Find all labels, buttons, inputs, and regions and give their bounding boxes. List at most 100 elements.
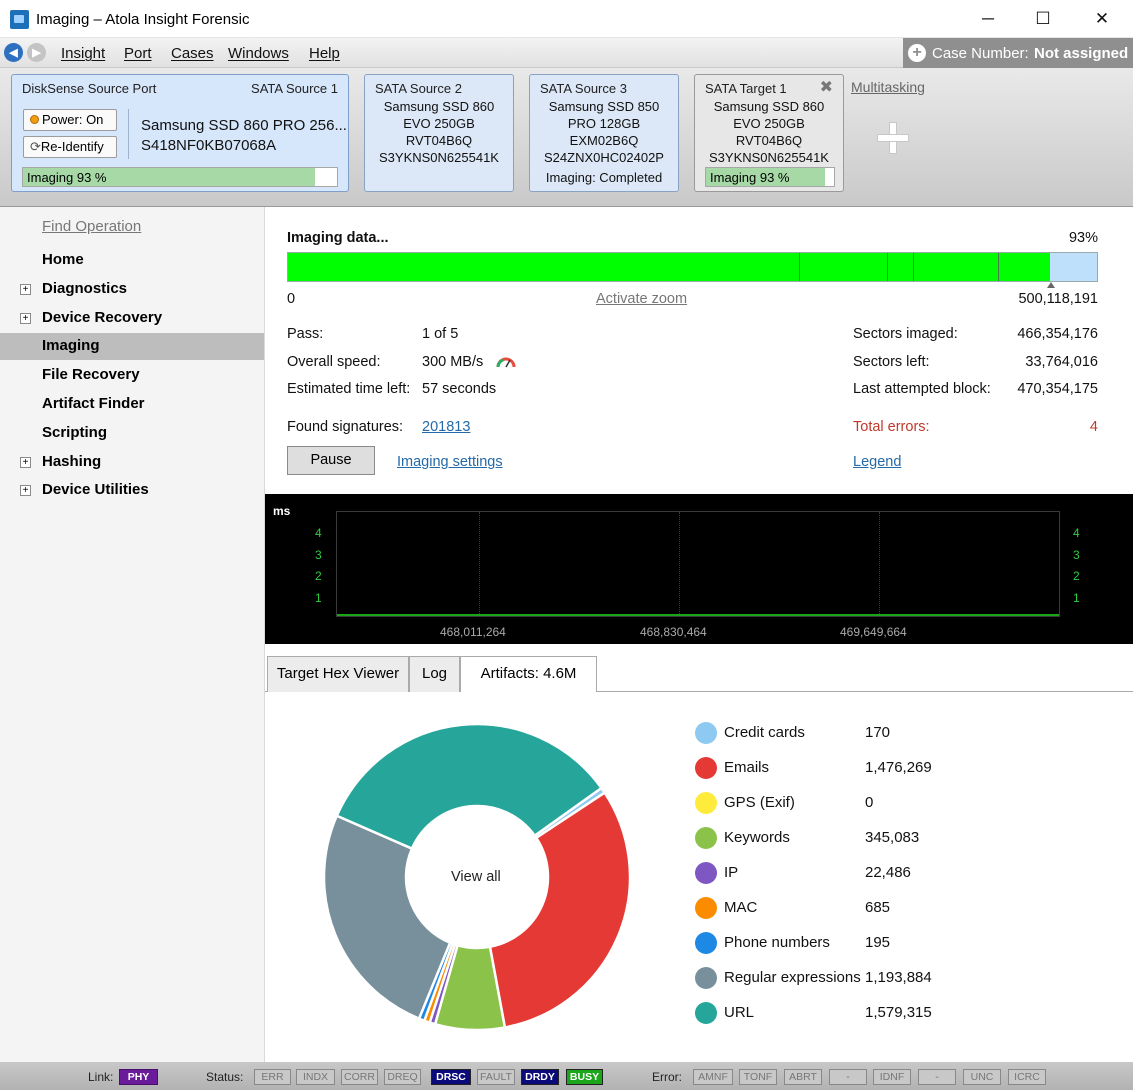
port-bar: DiskSense Source Port SATA Source 1 Powe… xyxy=(0,68,1133,207)
legend-label[interactable]: Keywords xyxy=(724,829,790,846)
plus-icon: + xyxy=(908,44,926,62)
sidebar-item-home[interactable]: Home xyxy=(0,247,264,274)
port-card-source-3[interactable]: SATA Source 3 Samsung SSD 850 PRO 128GB … xyxy=(529,74,679,192)
signatures-link[interactable]: 201813 xyxy=(422,419,470,435)
back-icon[interactable]: ◀ xyxy=(4,43,23,62)
port-card-source-1[interactable]: DiskSense Source Port SATA Source 1 Powe… xyxy=(11,74,349,192)
maximize-button[interactable]: ☐ xyxy=(1014,0,1072,38)
y-tick: 1 xyxy=(1073,591,1080,605)
expand-icon[interactable]: + xyxy=(20,284,31,295)
menu-insight[interactable]: Insight xyxy=(61,45,105,62)
legend-label[interactable]: Regular expressions xyxy=(724,969,861,986)
forward-icon[interactable]: ▶ xyxy=(27,43,46,62)
sidebar-item-label: Diagnostics xyxy=(42,280,128,297)
sidebar-item-diagnostics[interactable]: + Diagnostics xyxy=(0,276,264,303)
expand-icon[interactable]: + xyxy=(20,313,31,324)
menu-cases[interactable]: Cases xyxy=(171,45,214,62)
legend-label[interactable]: Phone numbers xyxy=(724,934,830,951)
reidentify-label: Re-Identify xyxy=(40,139,104,154)
tab-target-hex-viewer[interactable]: Target Hex Viewer xyxy=(267,656,409,692)
case-number-button[interactable]: + Case Number: Not assigned xyxy=(903,38,1133,68)
legend-color-icon xyxy=(695,862,717,884)
sidebar-item-scripting[interactable]: Scripting xyxy=(0,420,264,447)
position-marker-icon xyxy=(1047,282,1055,288)
progress-segment xyxy=(888,253,914,281)
graph-unit: ms xyxy=(273,504,291,518)
reidentify-button[interactable]: ⟳Re-Identify xyxy=(23,136,117,158)
progress-segment xyxy=(288,253,800,281)
pause-button[interactable]: Pause xyxy=(287,446,375,475)
legend-label[interactable]: URL xyxy=(724,1004,754,1021)
power-label: Power: On xyxy=(42,112,104,127)
eta-label: Estimated time left: xyxy=(287,381,411,397)
device-capacity: PRO 128GB xyxy=(567,116,641,131)
case-number-value: Not assigned xyxy=(1034,45,1129,62)
menu-help[interactable]: Help xyxy=(309,45,340,62)
legend-value: 1,579,315 xyxy=(865,1004,932,1021)
legend-label[interactable]: Credit cards xyxy=(724,724,805,741)
power-button[interactable]: Power: On xyxy=(23,109,117,131)
status-bar: Link: PHY Status: ERR INDX CORR DREQ DRSC FAU… xyxy=(0,1062,1133,1090)
device-capacity: EVO 250GB xyxy=(403,116,475,131)
progress-text: Imaging 93 % xyxy=(27,170,107,185)
view-all-button[interactable]: View all xyxy=(451,869,501,885)
sidebar-item-imaging[interactable]: Imaging xyxy=(0,333,264,360)
port-name: DiskSense Source Port xyxy=(22,81,157,96)
status-flag: DRDY xyxy=(521,1069,559,1085)
activate-zoom-link[interactable]: Activate zoom xyxy=(596,291,687,307)
close-icon[interactable]: ✖ xyxy=(820,77,833,97)
divider xyxy=(128,109,129,159)
eta-value: 57 seconds xyxy=(422,381,497,397)
signatures-label: Found signatures: xyxy=(287,419,404,435)
sidebar-item-device-utilities[interactable]: + Device Utilities xyxy=(0,477,264,504)
sidebar-item-label: Hashing xyxy=(42,453,102,470)
sidebar: Find Operation Home + Diagnostics + Device R… xyxy=(0,207,265,1062)
status-flag: CORR xyxy=(341,1069,378,1085)
graph-plot xyxy=(336,511,1060,617)
add-icon[interactable] xyxy=(875,120,909,154)
progress-segment xyxy=(800,253,888,281)
sectors-left-value: 33,764,016 xyxy=(1025,354,1098,370)
expand-icon[interactable]: + xyxy=(20,485,31,496)
tab-log[interactable]: Log xyxy=(409,656,460,692)
menu-windows[interactable]: Windows xyxy=(228,45,289,62)
expand-icon[interactable]: + xyxy=(20,457,31,468)
sidebar-item-hashing[interactable]: + Hashing xyxy=(0,449,264,476)
legend-label[interactable]: Emails xyxy=(724,759,769,776)
sidebar-item-label: Imaging xyxy=(42,337,100,354)
port-card-source-2[interactable]: SATA Source 2 Samsung SSD 860 EVO 250GB … xyxy=(364,74,514,192)
tab-bar: Target Hex Viewer Log Artifacts: 4.6M xyxy=(265,652,1133,693)
legend-label[interactable]: MAC xyxy=(724,899,757,916)
multitasking-link[interactable]: Multitasking xyxy=(851,79,925,95)
device-firmware: EXM02B6Q xyxy=(569,133,639,148)
menu-port[interactable]: Port xyxy=(124,45,152,62)
error-flag: IDNF xyxy=(873,1069,911,1085)
port-progress-bar: Imaging 93 % xyxy=(22,167,338,187)
title-bar: Imaging – Atola Insight Forensic ─ ☐ ✕ xyxy=(0,0,1133,38)
sectors-left-label: Sectors left: xyxy=(853,354,930,370)
sidebar-item-artifact-finder[interactable]: Artifact Finder xyxy=(0,391,264,418)
status-flag: ERR xyxy=(254,1069,291,1085)
tab-artifacts[interactable]: Artifacts: 4.6M xyxy=(460,656,597,693)
device-firmware: RVT04B6Q xyxy=(405,133,473,148)
find-operation-link[interactable]: Find Operation xyxy=(42,218,141,235)
range-start: 0 xyxy=(287,291,296,307)
minimize-button[interactable]: ─ xyxy=(959,0,1017,38)
sidebar-item-file-recovery[interactable]: File Recovery xyxy=(0,362,264,389)
sidebar-item-device-recovery[interactable]: + Device Recovery xyxy=(0,305,264,332)
port-progress-bar: Imaging 93 % xyxy=(705,167,835,187)
imaging-settings-link[interactable]: Imaging settings xyxy=(397,454,503,470)
device-serial: S3YKNS0N625541K xyxy=(379,150,499,165)
legend-link[interactable]: Legend xyxy=(853,454,901,470)
legend-label[interactable]: GPS (Exif) xyxy=(724,794,795,811)
port-label: SATA Source 1 xyxy=(251,81,338,96)
device-model: Samsung SSD 860 xyxy=(713,99,825,114)
menu-bar: ◀ ▶ Insight Port Cases Windows Help + Ca… xyxy=(0,38,1133,68)
legend-label[interactable]: IP xyxy=(724,864,738,881)
donut-slice-regular-expressions[interactable] xyxy=(322,814,452,1021)
device-serial: S3YKNS0N625541K xyxy=(709,150,829,165)
close-button[interactable]: ✕ xyxy=(1073,0,1131,38)
donut-slice-emails[interactable] xyxy=(488,790,632,1029)
port-card-target-1[interactable]: SATA Target 1 ✖ Samsung SSD 860 EVO 250G… xyxy=(694,74,844,192)
imaging-status: Imaging data... xyxy=(287,230,389,246)
